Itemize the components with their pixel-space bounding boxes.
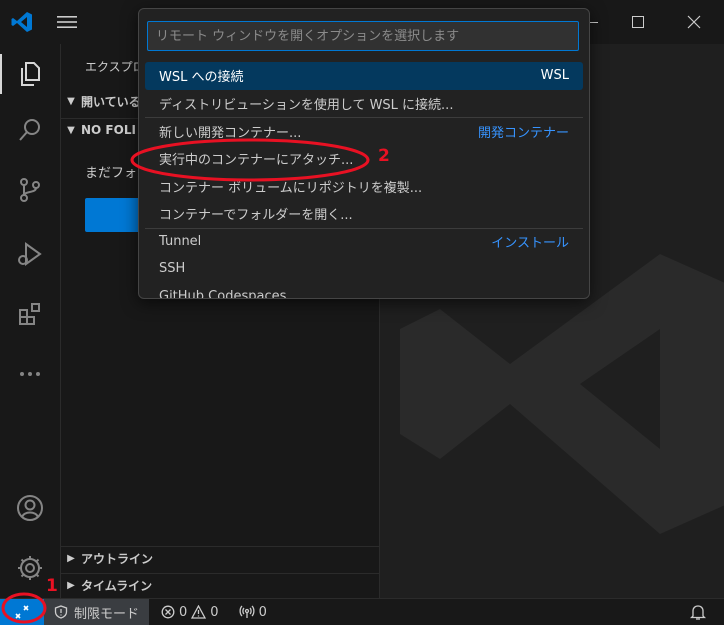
annotation-layer	[1, 138, 370, 624]
annotation-ellipse-attach	[130, 138, 370, 182]
annotation-number-2: 2	[378, 146, 390, 166]
annotation-ellipse-remote	[1, 592, 47, 624]
annotation-number-1: 1	[46, 576, 58, 596]
